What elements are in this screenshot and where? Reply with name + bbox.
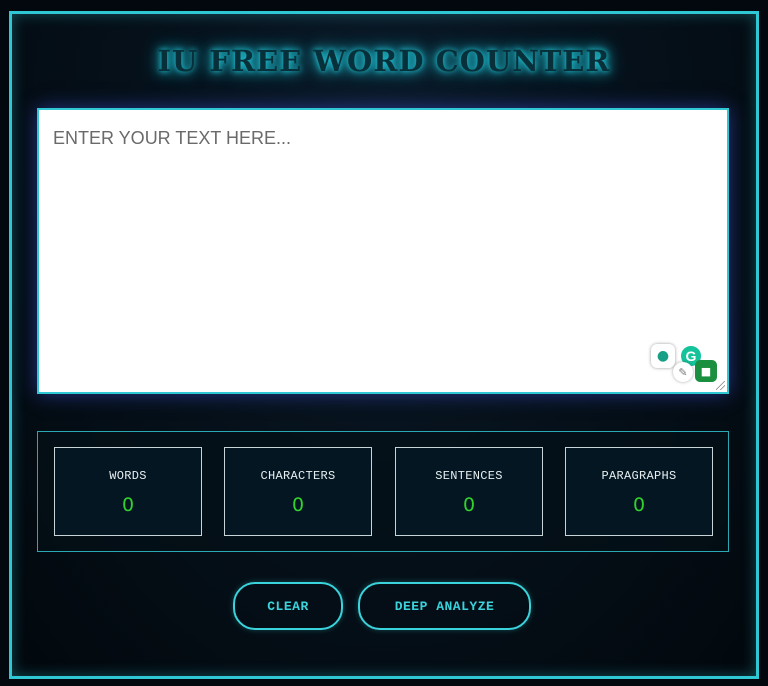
bot-icon[interactable]: ■: [695, 360, 717, 382]
stat-label-paragraphs: PARAGRAPHS: [601, 469, 677, 483]
stat-words: WORDS 0: [54, 447, 202, 536]
stat-value-sentences: 0: [462, 494, 476, 516]
pen-icon[interactable]: ✎: [673, 362, 693, 382]
stats-panel: WORDS 0 CHARACTERS 0 SENTENCES 0 PARAGRA…: [37, 431, 729, 552]
stat-sentences: SENTENCES 0: [395, 447, 543, 536]
stat-label-words: WORDS: [109, 469, 147, 483]
deep-analyze-button[interactable]: DEEP ANALYZE: [358, 582, 531, 630]
grammarly-widget[interactable]: ● G ✎ ■: [651, 344, 721, 386]
stat-value-paragraphs: 0: [632, 494, 646, 516]
resize-handle[interactable]: [716, 381, 725, 390]
stat-value-characters: 0: [291, 494, 305, 516]
page-title: IU FREE WORD COUNTER: [157, 44, 611, 78]
stat-paragraphs: PARAGRAPHS 0: [565, 447, 713, 536]
stat-label-characters: CHARACTERS: [260, 469, 336, 483]
stat-value-words: 0: [121, 494, 135, 516]
text-input[interactable]: [39, 110, 727, 392]
stat-label-sentences: SENTENCES: [435, 469, 503, 483]
stat-characters: CHARACTERS 0: [224, 447, 372, 536]
text-input-container: ● G ✎ ■: [37, 108, 729, 394]
lightbulb-icon[interactable]: ●: [651, 344, 675, 368]
clear-button[interactable]: CLEAR: [233, 582, 343, 630]
